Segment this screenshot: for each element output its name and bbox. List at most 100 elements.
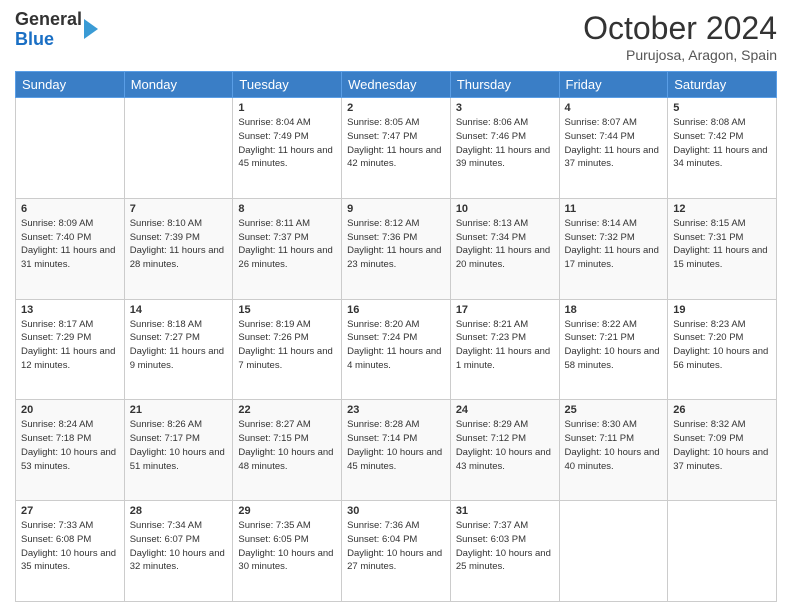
col-wednesday: Wednesday (342, 72, 451, 98)
day-number: 11 (565, 203, 663, 215)
table-cell: 21Sunrise: 8:26 AMSunset: 7:17 PMDayligh… (124, 400, 233, 501)
page: General Blue October 2024 Purujosa, Arag… (0, 0, 792, 612)
table-cell: 20 Sunrise: 8:24 AMSunset: 7:18 PMDayligh… (16, 400, 125, 501)
week-row-4: 20 Sunrise: 8:24 AMSunset: 7:18 PMDayligh… (16, 400, 777, 501)
day-info: Sunrise: 8:26 AMSunset: 7:17 PMDaylight:… (130, 418, 228, 473)
calendar-header-row: Sunday Monday Tuesday Wednesday Thursday… (16, 72, 777, 98)
day-number: 9 (347, 203, 445, 215)
table-cell: 27 Sunrise: 7:33 AMSunset: 6:08 PMDayligh… (16, 501, 125, 602)
day-info: Sunrise: 7:33 AMSunset: 6:08 PMDaylight:… (21, 519, 119, 574)
day-number: 14 (130, 304, 228, 316)
day-number: 13 (21, 304, 119, 316)
day-info: Sunrise: 8:28 AMSunset: 7:14 PMDaylight:… (347, 418, 445, 473)
day-info: Sunrise: 8:07 AMSunset: 7:44 PMDaylight:… (565, 116, 663, 171)
day-number: 15 (238, 304, 336, 316)
day-info: Sunrise: 7:35 AMSunset: 6:05 PMDaylight:… (238, 519, 336, 574)
day-number: 10 (456, 203, 554, 215)
logo-general: General (15, 9, 82, 29)
col-monday: Monday (124, 72, 233, 98)
table-cell: 25 Sunrise: 8:30 AMSunset: 7:11 PMDayligh… (559, 400, 668, 501)
day-number: 8 (238, 203, 336, 215)
day-number: 12 (673, 203, 771, 215)
col-friday: Friday (559, 72, 668, 98)
day-number: 6 (21, 203, 119, 215)
table-cell: 7 Sunrise: 8:10 AMSunset: 7:39 PMDaylight… (124, 198, 233, 299)
day-info: Sunrise: 7:34 AMSunset: 6:07 PMDaylight:… (130, 519, 228, 574)
day-info: Sunrise: 8:32 AMSunset: 7:09 PMDaylight:… (673, 418, 771, 473)
day-number: 29 (238, 505, 336, 517)
day-info: Sunrise: 8:06 AMSunset: 7:46 PMDaylight:… (456, 116, 554, 171)
logo-arrow-icon (84, 19, 98, 39)
day-info: Sunrise: 8:14 AMSunset: 7:32 PMDaylight:… (565, 217, 663, 272)
day-info: Sunrise: 8:10 AMSunset: 7:39 PMDaylight:… (130, 217, 228, 272)
table-cell: 23 Sunrise: 8:28 AMSunset: 7:14 PMDayligh… (342, 400, 451, 501)
day-info: Sunrise: 8:13 AMSunset: 7:34 PMDaylight:… (456, 217, 554, 272)
day-info: Sunrise: 8:17 AMSunset: 7:29 PMDaylight:… (21, 318, 119, 373)
table-cell: 14 Sunrise: 8:18 AMSunset: 7:27 PMDayligh… (124, 299, 233, 400)
day-number: 25 (565, 404, 663, 416)
calendar-table: Sunday Monday Tuesday Wednesday Thursday… (15, 71, 777, 602)
table-cell: 13 Sunrise: 8:17 AMSunset: 7:29 PMDayligh… (16, 299, 125, 400)
day-number: 22 (238, 404, 336, 416)
week-row-2: 6 Sunrise: 8:09 AMSunset: 7:40 PMDaylight… (16, 198, 777, 299)
day-number: 5 (673, 102, 771, 114)
table-cell: 19Sunrise: 8:23 AMSunset: 7:20 PMDayligh… (668, 299, 777, 400)
day-info: Sunrise: 8:30 AMSunset: 7:11 PMDaylight:… (565, 418, 663, 473)
logo: General Blue (15, 10, 98, 50)
table-cell: 1Sunrise: 8:04 AMSunset: 7:49 PMDaylight… (233, 98, 342, 199)
day-number: 24 (456, 404, 554, 416)
table-cell: 4Sunrise: 8:07 AMSunset: 7:44 PMDaylight… (559, 98, 668, 199)
day-info: Sunrise: 8:09 AMSunset: 7:40 PMDaylight:… (21, 217, 119, 272)
day-number: 28 (130, 505, 228, 517)
logo-blue: Blue (15, 29, 54, 49)
day-number: 17 (456, 304, 554, 316)
day-info: Sunrise: 8:15 AMSunset: 7:31 PMDaylight:… (673, 217, 771, 272)
table-cell: 26Sunrise: 8:32 AMSunset: 7:09 PMDayligh… (668, 400, 777, 501)
header: General Blue October 2024 Purujosa, Arag… (15, 10, 777, 63)
table-cell: 29 Sunrise: 7:35 AMSunset: 6:05 PMDayligh… (233, 501, 342, 602)
col-saturday: Saturday (668, 72, 777, 98)
table-cell: 24 Sunrise: 8:29 AMSunset: 7:12 PMDayligh… (450, 400, 559, 501)
week-row-1: 1Sunrise: 8:04 AMSunset: 7:49 PMDaylight… (16, 98, 777, 199)
table-cell: 28 Sunrise: 7:34 AMSunset: 6:07 PMDayligh… (124, 501, 233, 602)
day-info: Sunrise: 8:24 AMSunset: 7:18 PMDaylight:… (21, 418, 119, 473)
table-cell: 9Sunrise: 8:12 AMSunset: 7:36 PMDaylight… (342, 198, 451, 299)
table-cell (16, 98, 125, 199)
day-info: Sunrise: 7:36 AMSunset: 6:04 PMDaylight:… (347, 519, 445, 574)
main-title: October 2024 (583, 10, 777, 47)
table-cell: 3Sunrise: 8:06 AMSunset: 7:46 PMDaylight… (450, 98, 559, 199)
day-number: 31 (456, 505, 554, 517)
col-sunday: Sunday (16, 72, 125, 98)
day-number: 7 (130, 203, 228, 215)
day-info: Sunrise: 8:21 AMSunset: 7:23 PMDaylight:… (456, 318, 554, 373)
table-cell: 8Sunrise: 8:11 AMSunset: 7:37 PMDaylight… (233, 198, 342, 299)
day-info: Sunrise: 8:04 AMSunset: 7:49 PMDaylight:… (238, 116, 336, 171)
table-cell: 12 Sunrise: 8:15 AMSunset: 7:31 PMDayligh… (668, 198, 777, 299)
col-tuesday: Tuesday (233, 72, 342, 98)
day-number: 16 (347, 304, 445, 316)
col-thursday: Thursday (450, 72, 559, 98)
subtitle: Purujosa, Aragon, Spain (583, 47, 777, 63)
table-cell (559, 501, 668, 602)
day-number: 19 (673, 304, 771, 316)
table-cell: 18 Sunrise: 8:22 AMSunset: 7:21 PMDayligh… (559, 299, 668, 400)
table-cell (124, 98, 233, 199)
day-info: Sunrise: 8:27 AMSunset: 7:15 PMDaylight:… (238, 418, 336, 473)
day-number: 18 (565, 304, 663, 316)
day-info: Sunrise: 8:18 AMSunset: 7:27 PMDaylight:… (130, 318, 228, 373)
day-number: 23 (347, 404, 445, 416)
table-cell: 10 Sunrise: 8:13 AMSunset: 7:34 PMDayligh… (450, 198, 559, 299)
table-cell: 16Sunrise: 8:20 AMSunset: 7:24 PMDayligh… (342, 299, 451, 400)
table-cell (668, 501, 777, 602)
day-info: Sunrise: 8:29 AMSunset: 7:12 PMDaylight:… (456, 418, 554, 473)
day-info: Sunrise: 8:22 AMSunset: 7:21 PMDaylight:… (565, 318, 663, 373)
day-info: Sunrise: 7:37 AMSunset: 6:03 PMDaylight:… (456, 519, 554, 574)
table-cell: 15Sunrise: 8:19 AMSunset: 7:26 PMDayligh… (233, 299, 342, 400)
week-row-5: 27 Sunrise: 7:33 AMSunset: 6:08 PMDayligh… (16, 501, 777, 602)
table-cell: 5Sunrise: 8:08 AMSunset: 7:42 PMDaylight… (668, 98, 777, 199)
day-number: 20 (21, 404, 119, 416)
day-number: 27 (21, 505, 119, 517)
table-cell: 11 Sunrise: 8:14 AMSunset: 7:32 PMDayligh… (559, 198, 668, 299)
table-cell: 30 Sunrise: 7:36 AMSunset: 6:04 PMDayligh… (342, 501, 451, 602)
day-number: 30 (347, 505, 445, 517)
